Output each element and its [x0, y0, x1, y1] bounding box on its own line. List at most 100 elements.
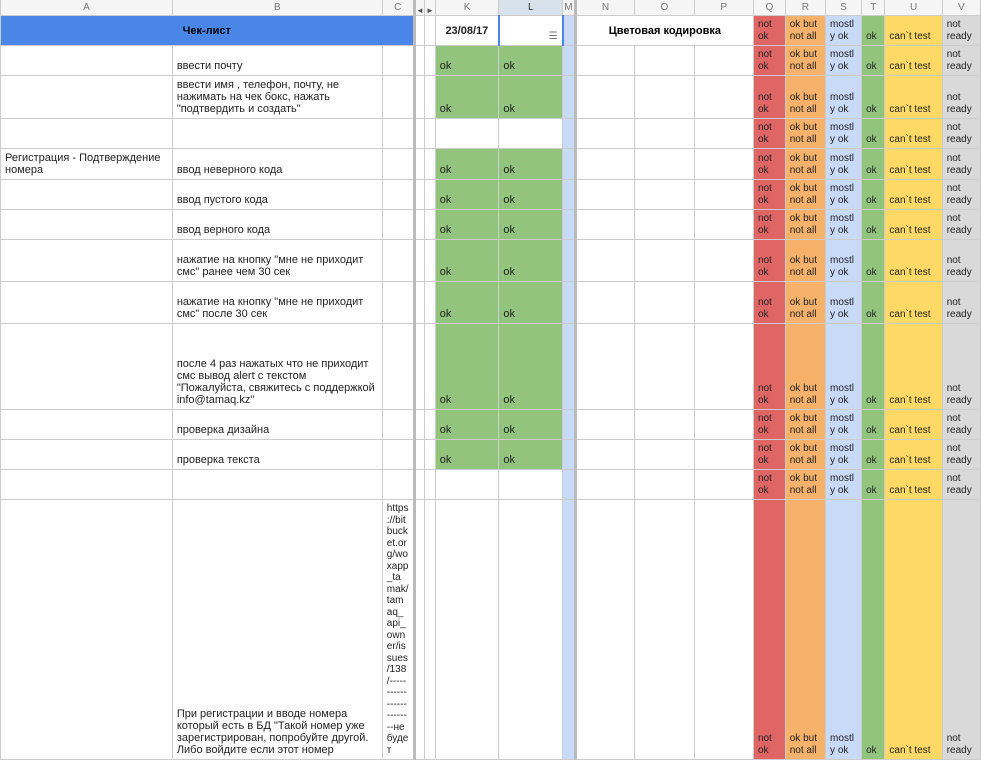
note-cell[interactable]	[382, 440, 414, 470]
filter-icon[interactable]: ☰	[549, 31, 558, 42]
empty-N[interactable]	[575, 240, 634, 282]
col-L[interactable]: L	[499, 0, 563, 16]
spreadsheet-grid[interactable]: A B C ◄ ► K L M N O P Q R S T U V Чек-ли…	[0, 0, 981, 760]
empty-P[interactable]	[694, 149, 753, 180]
note-cell[interactable]	[382, 149, 414, 180]
empty-P[interactable]	[694, 180, 753, 210]
status-K[interactable]: ok	[435, 440, 499, 470]
status-K[interactable]: ok	[435, 149, 499, 180]
col-P[interactable]: P	[694, 0, 753, 16]
collapse-left-icon[interactable]: ◄	[414, 0, 425, 16]
status-K[interactable]: ok	[435, 180, 499, 210]
empty-P[interactable]	[694, 282, 753, 324]
note-cell[interactable]: https://bitbucket.org/woxapp_tamak/tamaq…	[382, 500, 414, 760]
col-V[interactable]: V	[942, 0, 980, 16]
empty-N[interactable]	[575, 180, 634, 210]
empty-O[interactable]	[635, 46, 694, 76]
col-U[interactable]: U	[885, 0, 942, 16]
status-L[interactable]: ok	[499, 324, 563, 410]
empty-N[interactable]	[575, 119, 634, 149]
note-cell[interactable]	[382, 324, 414, 410]
empty-O[interactable]	[635, 324, 694, 410]
note-cell[interactable]	[382, 119, 414, 149]
col-B[interactable]: B	[172, 0, 382, 16]
empty-P[interactable]	[694, 76, 753, 119]
col-K[interactable]: K	[435, 0, 499, 16]
status-K[interactable]	[435, 500, 499, 760]
status-L[interactable]	[499, 500, 563, 760]
status-K[interactable]: ok	[435, 410, 499, 440]
empty-P[interactable]	[694, 324, 753, 410]
col-A[interactable]: A	[1, 0, 173, 16]
empty-N[interactable]	[575, 210, 634, 240]
status-L[interactable]: ok	[499, 240, 563, 282]
col-O[interactable]: O	[635, 0, 694, 16]
empty-N[interactable]	[575, 149, 634, 180]
empty-O[interactable]	[635, 119, 694, 149]
checklist-item[interactable]: ввод верного кода	[172, 210, 382, 240]
empty-O[interactable]	[635, 240, 694, 282]
note-cell[interactable]	[382, 210, 414, 240]
status-K[interactable]: ok	[435, 240, 499, 282]
empty-O[interactable]	[635, 440, 694, 470]
status-L[interactable]: ok	[499, 410, 563, 440]
checklist-item[interactable]: При регистрации и вводе номера который е…	[172, 500, 382, 760]
note-cell[interactable]	[382, 240, 414, 282]
status-L[interactable]: ok	[499, 76, 563, 119]
note-cell[interactable]	[382, 282, 414, 324]
empty-P[interactable]	[694, 46, 753, 76]
status-L[interactable]: ok	[499, 149, 563, 180]
empty-N[interactable]	[575, 410, 634, 440]
date-header[interactable]: 23/08/17	[435, 16, 499, 46]
empty-O[interactable]	[635, 470, 694, 500]
empty-P[interactable]	[694, 240, 753, 282]
empty-N[interactable]	[575, 470, 634, 500]
status-L[interactable]: ok	[499, 46, 563, 76]
status-L[interactable]	[499, 470, 563, 500]
col-C[interactable]: C	[382, 0, 414, 16]
empty-O[interactable]	[635, 410, 694, 440]
note-cell[interactable]	[382, 470, 414, 500]
note-cell[interactable]	[382, 46, 414, 76]
empty-O[interactable]	[635, 210, 694, 240]
status-L[interactable]	[499, 119, 563, 149]
status-K[interactable]	[435, 119, 499, 149]
filter-cell[interactable]: ☰	[499, 16, 563, 46]
empty-P[interactable]	[694, 500, 753, 760]
col-T[interactable]: T	[862, 0, 885, 16]
checklist-item[interactable]: проверка дизайна	[172, 410, 382, 440]
status-L[interactable]: ok	[499, 180, 563, 210]
empty-O[interactable]	[635, 282, 694, 324]
note-cell[interactable]	[382, 180, 414, 210]
status-K[interactable]: ok	[435, 324, 499, 410]
col-N[interactable]: N	[575, 0, 634, 16]
checklist-item[interactable]	[172, 470, 382, 500]
expand-right-icon[interactable]: ►	[425, 0, 436, 16]
checklist-item[interactable]: ввести почту	[172, 46, 382, 76]
checklist-item[interactable]: ввод неверного кода	[172, 149, 382, 180]
checklist-item[interactable]: ввод пустого кода	[172, 180, 382, 210]
checklist-item[interactable]: проверка текста	[172, 440, 382, 470]
empty-P[interactable]	[694, 210, 753, 240]
status-K[interactable]	[435, 470, 499, 500]
col-Q[interactable]: Q	[753, 0, 785, 16]
empty-O[interactable]	[635, 149, 694, 180]
empty-P[interactable]	[694, 410, 753, 440]
empty-N[interactable]	[575, 500, 634, 760]
empty-N[interactable]	[575, 440, 634, 470]
empty-O[interactable]	[635, 76, 694, 119]
empty-O[interactable]	[635, 500, 694, 760]
empty-P[interactable]	[694, 119, 753, 149]
empty-N[interactable]	[575, 76, 634, 119]
status-K[interactable]: ok	[435, 76, 499, 119]
empty-N[interactable]	[575, 282, 634, 324]
empty-O[interactable]	[635, 180, 694, 210]
col-R[interactable]: R	[785, 0, 825, 16]
col-M[interactable]: M	[563, 0, 576, 16]
status-L[interactable]: ok	[499, 440, 563, 470]
empty-P[interactable]	[694, 470, 753, 500]
checklist-item[interactable]: нажатие на кнопку "мне не приходит смс" …	[172, 282, 382, 324]
empty-N[interactable]	[575, 324, 634, 410]
status-K[interactable]: ok	[435, 46, 499, 76]
status-L[interactable]: ok	[499, 210, 563, 240]
